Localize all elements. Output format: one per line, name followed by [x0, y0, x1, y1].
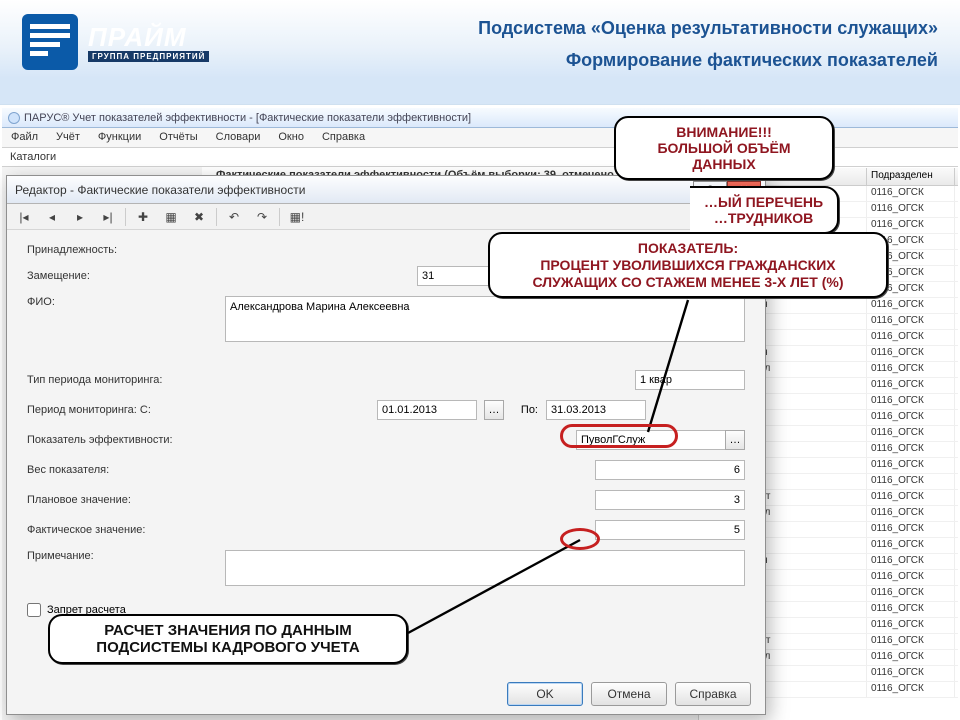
label-weight: Вес показателя: — [27, 464, 227, 476]
nav-last-icon[interactable]: ▸| — [97, 207, 119, 227]
editor-title: Редактор - Фактические показатели эффект… — [15, 183, 305, 197]
note-field[interactable] — [225, 550, 745, 586]
label-montype: Тип периода мониторинга: — [27, 374, 227, 386]
delete-icon[interactable]: ✖ — [188, 207, 210, 227]
redo-icon[interactable]: ↷ — [251, 207, 273, 227]
period-from-field[interactable] — [377, 400, 477, 420]
help-button[interactable]: Справка — [675, 682, 751, 706]
editor-toolbar: |◂ ◂ ▸ ▸| ✚ ▦ ✖ ↶ ↷ ▦! — [7, 204, 765, 230]
editor-titlebar[interactable]: Редактор - Фактические показатели эффект… — [7, 176, 765, 204]
period-from-picker-button[interactable]: … — [484, 400, 504, 420]
add-icon[interactable]: ✚ — [132, 207, 154, 227]
ok-button[interactable]: OK — [507, 682, 583, 706]
label-substitution: Замещение: — [27, 270, 227, 282]
callout-employee-list: …ЫЙ ПЕРЕЧЕНЬ …ТРУДНИКОВ — [690, 186, 839, 234]
grid-header-dept[interactable]: Подразделен — [867, 168, 955, 185]
label-indicator: Показатель эффективности: — [27, 434, 227, 446]
slide-title: Подсистема «Оценка результативности служ… — [478, 18, 938, 39]
nav-next-icon[interactable]: ▸ — [69, 207, 91, 227]
menu-item[interactable]: Окно — [269, 128, 313, 147]
add-grid-icon[interactable]: ▦ — [160, 207, 182, 227]
nav-prev-icon[interactable]: ◂ — [41, 207, 63, 227]
weight-field[interactable] — [595, 460, 745, 480]
menu-item[interactable]: Отчёты — [150, 128, 206, 147]
label-period-from: Период мониторинга: С: — [27, 404, 227, 416]
highlight-indicator-value — [560, 424, 678, 448]
plan-value-field[interactable] — [595, 490, 745, 510]
calendar-icon[interactable]: ▦! — [286, 207, 308, 227]
monitoring-type-field[interactable] — [635, 370, 745, 390]
slide-banner: ПРАЙМ ГРУППА ПРЕДПРИЯТИЙ Подсистема «Оце… — [0, 0, 960, 105]
label-fio: ФИО: — [27, 296, 225, 308]
lock-calc-checkbox[interactable] — [27, 603, 41, 617]
main-window-title: ПАРУС® Учет показателей эффективности - … — [24, 108, 471, 128]
callout-warning: ВНИМАНИЕ!!! БОЛЬШОЙ ОБЪЁМ ДАННЫХ — [614, 116, 834, 180]
menu-item[interactable]: Словари — [207, 128, 270, 147]
label-fact: Фактическое значение: — [27, 524, 227, 536]
menu-item[interactable]: Справка — [313, 128, 374, 147]
label-belonging: Принадлежность: — [27, 244, 227, 256]
menu-item[interactable]: Функции — [89, 128, 150, 147]
brand-logo: ПРАЙМ ГРУППА ПРЕДПРИЯТИЙ — [22, 14, 209, 70]
brand-name: ПРАЙМ — [88, 22, 209, 53]
fact-value-field[interactable] — [595, 520, 745, 540]
label-period-to: По: — [512, 404, 538, 416]
parus-icon — [8, 112, 20, 124]
nav-first-icon[interactable]: |◂ — [13, 207, 35, 227]
menu-item[interactable]: Файл — [2, 128, 47, 147]
fio-field[interactable]: Александрова Марина Алексеевна — [225, 296, 745, 342]
callout-calc: РАСЧЕТ ЗНАЧЕНИЯ ПО ДАННЫМ ПОДСИСТЕМЫ КАД… — [48, 614, 408, 664]
indicator-lookup-button[interactable]: … — [725, 430, 745, 450]
cancel-button[interactable]: Отмена — [591, 682, 667, 706]
callout-indicator: ПОКАЗАТЕЛЬ: ПРОЦЕНТ УВОЛИВШИХСЯ ГРАЖДАНС… — [488, 232, 888, 298]
menu-item[interactable]: Учёт — [47, 128, 89, 147]
highlight-fact-value — [560, 528, 600, 550]
period-to-field[interactable] — [546, 400, 646, 420]
label-note: Примечание: — [27, 550, 225, 562]
undo-icon[interactable]: ↶ — [223, 207, 245, 227]
label-plan: Плановое значение: — [27, 494, 227, 506]
brand-tagline: ГРУППА ПРЕДПРИЯТИЙ — [88, 51, 209, 62]
slide-subtitle: Формирование фактических показателей — [566, 50, 938, 71]
